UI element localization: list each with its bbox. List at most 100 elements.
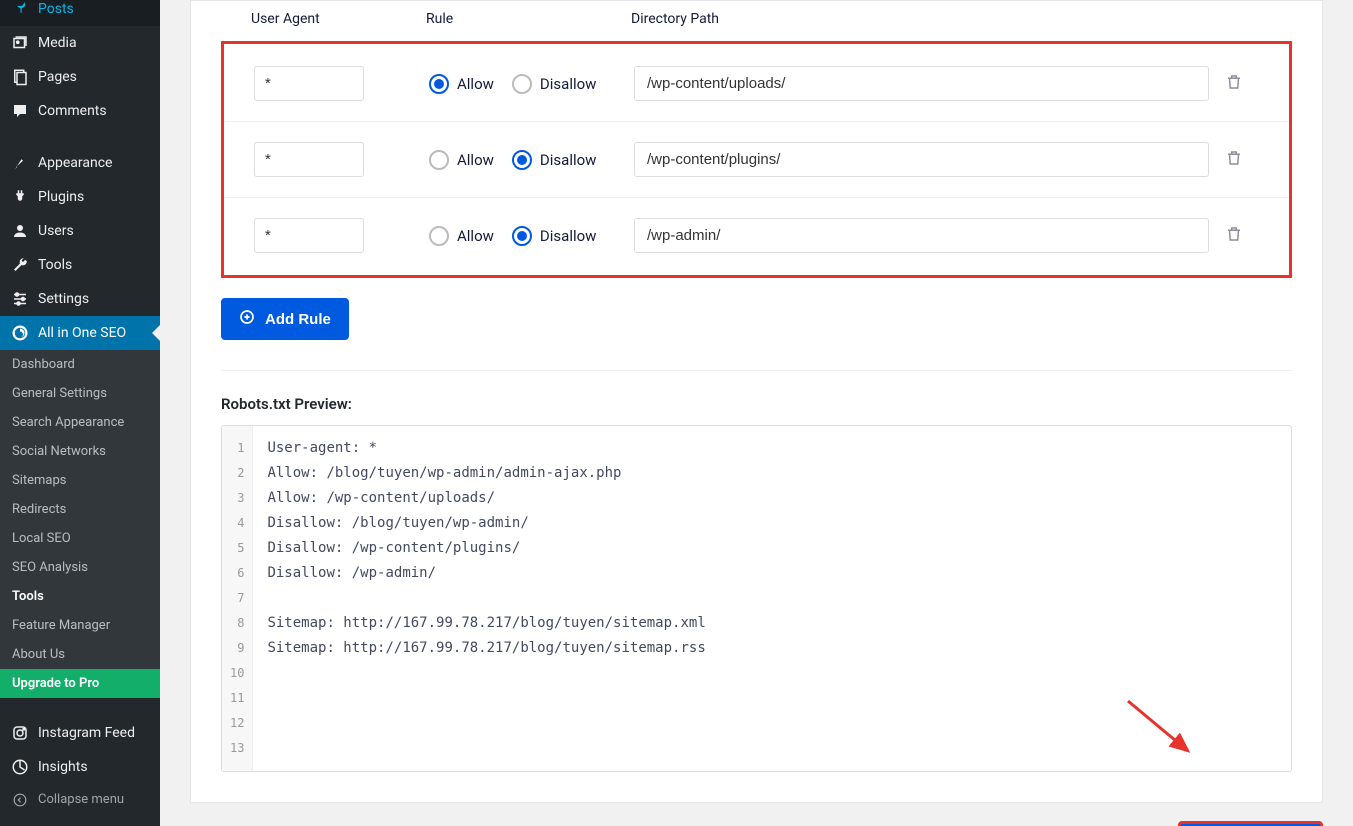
disallow-option[interactable]: Disallow (512, 150, 597, 170)
line-number: 8 (230, 611, 244, 636)
disallow-option[interactable]: Disallow (512, 74, 597, 94)
code-line: Allow: /wp-content/uploads/ (267, 486, 1277, 511)
code-line: Disallow: /wp-content/plugins/ (267, 536, 1277, 561)
user-agent-input[interactable] (254, 66, 364, 101)
menu-label: Media (38, 35, 77, 51)
line-number: 6 (230, 561, 244, 586)
menu-item-media[interactable]: Media (0, 26, 160, 60)
line-number: 10 (230, 661, 244, 686)
radio-icon (429, 226, 449, 246)
submenu-item-seo-analysis[interactable]: SEO Analysis (0, 553, 160, 582)
instagram-icon (10, 724, 30, 742)
code-line (267, 661, 1277, 686)
menu-item-pages[interactable]: Pages (0, 60, 160, 94)
submenu-item-general-settings[interactable]: General Settings (0, 379, 160, 408)
submenu-item-search-appearance[interactable]: Search Appearance (0, 408, 160, 437)
radio-icon (429, 74, 449, 94)
trash-icon[interactable] (1225, 225, 1243, 247)
menu-label: Posts (38, 1, 74, 17)
line-number: 3 (230, 486, 244, 511)
submenu-item-feature-manager[interactable]: Feature Manager (0, 611, 160, 640)
radio-icon (512, 150, 532, 170)
disallow-option[interactable]: Disallow (512, 226, 597, 246)
radio-label: Allow (457, 75, 494, 93)
wrench-icon (10, 256, 30, 274)
menu-label: Comments (38, 103, 107, 119)
brush-icon (10, 154, 30, 172)
menu-label: All in One SEO (38, 325, 126, 341)
save-changes-button[interactable]: Save Changes (1178, 821, 1323, 826)
code-line: User-agent: * (267, 436, 1277, 461)
menu-label: Instagram Feed (38, 725, 135, 741)
collapse-icon (10, 793, 30, 807)
line-number: 11 (230, 686, 244, 711)
plus-circle-icon (239, 309, 255, 329)
rule-row: Allow Disallow (224, 197, 1289, 273)
menu-item-insights[interactable]: Insights (0, 750, 160, 784)
rule-row: Allow Disallow (224, 121, 1289, 197)
submenu-item-local-seo[interactable]: Local SEO (0, 524, 160, 553)
user-agent-input[interactable] (254, 218, 364, 253)
header-path: Directory Path (631, 11, 1292, 27)
code-line (267, 736, 1277, 761)
header-rule: Rule (426, 11, 631, 27)
radio-label: Disallow (540, 227, 597, 245)
main-content: User Agent Rule Directory Path Allow Disa… (160, 0, 1353, 826)
code-line (267, 586, 1277, 611)
insights-icon (10, 758, 30, 776)
header-user-agent: User Agent (251, 11, 426, 27)
trash-icon[interactable] (1225, 149, 1243, 171)
submenu-item-dashboard[interactable]: Dashboard (0, 350, 160, 379)
submenu-aioseo: DashboardGeneral SettingsSearch Appearan… (0, 350, 160, 698)
line-number: 1 (230, 436, 244, 461)
radio-label: Disallow (540, 151, 597, 169)
submenu-item-redirects[interactable]: Redirects (0, 495, 160, 524)
collapse-menu[interactable]: Collapse menu (0, 784, 160, 815)
menu-label: Insights (38, 759, 88, 775)
allow-option[interactable]: Allow (429, 74, 494, 94)
code-line: Allow: /blog/tuyen/wp-admin/admin-ajax.p… (267, 461, 1277, 486)
menu-item-settings[interactable]: Settings (0, 282, 160, 316)
code-line (267, 686, 1277, 711)
submenu-item-tools[interactable]: Tools (0, 582, 160, 611)
line-number: 13 (230, 736, 244, 761)
menu-item-plugins[interactable]: Plugins (0, 180, 160, 214)
radio-label: Disallow (540, 75, 597, 93)
directory-path-input[interactable] (634, 142, 1209, 177)
directory-path-input[interactable] (634, 66, 1209, 101)
menu-item-aioseo[interactable]: All in One SEO (0, 316, 160, 350)
menu-item-users[interactable]: Users (0, 214, 160, 248)
add-rule-button[interactable]: Add Rule (221, 298, 349, 340)
preview-heading: Robots.txt Preview: (221, 395, 1292, 413)
menu-item-comments[interactable]: Comments (0, 94, 160, 128)
menu-label: Appearance (38, 155, 112, 171)
submenu-item-sitemaps[interactable]: Sitemaps (0, 466, 160, 495)
rules-table-header: User Agent Rule Directory Path (221, 1, 1292, 41)
collapse-label: Collapse menu (38, 792, 124, 807)
directory-path-input[interactable] (634, 218, 1209, 253)
rule-row: Allow Disallow (224, 46, 1289, 121)
code-line: Disallow: /blog/tuyen/wp-admin/ (267, 511, 1277, 536)
trash-icon[interactable] (1225, 73, 1243, 95)
line-number: 5 (230, 536, 244, 561)
submenu-item-social-networks[interactable]: Social Networks (0, 437, 160, 466)
radio-label: Allow (457, 227, 494, 245)
submenu-item-about-us[interactable]: About Us (0, 640, 160, 669)
allow-option[interactable]: Allow (429, 150, 494, 170)
menu-item-appearance[interactable]: Appearance (0, 146, 160, 180)
line-number: 4 (230, 511, 244, 536)
allow-option[interactable]: Allow (429, 226, 494, 246)
menu-item-tools[interactable]: Tools (0, 248, 160, 282)
aioseo-icon (10, 324, 30, 342)
rules-highlight: Allow Disallow Allow Disallow Allow Disallow (221, 41, 1292, 278)
user-agent-input[interactable] (254, 142, 364, 177)
comments-icon (10, 102, 30, 120)
line-number: 2 (230, 461, 244, 486)
menu-item-posts[interactable]: Posts (0, 0, 160, 26)
media-icon (10, 34, 30, 52)
admin-sidebar: Posts Media Pages Comments Appearance Plugin… (0, 0, 160, 826)
submenu-upgrade[interactable]: Upgrade to Pro (0, 669, 160, 698)
menu-item-instagram-feed[interactable]: Instagram Feed (0, 716, 160, 750)
code-line: Sitemap: http://167.99.78.217/blog/tuyen… (267, 611, 1277, 636)
pages-icon (10, 68, 30, 86)
